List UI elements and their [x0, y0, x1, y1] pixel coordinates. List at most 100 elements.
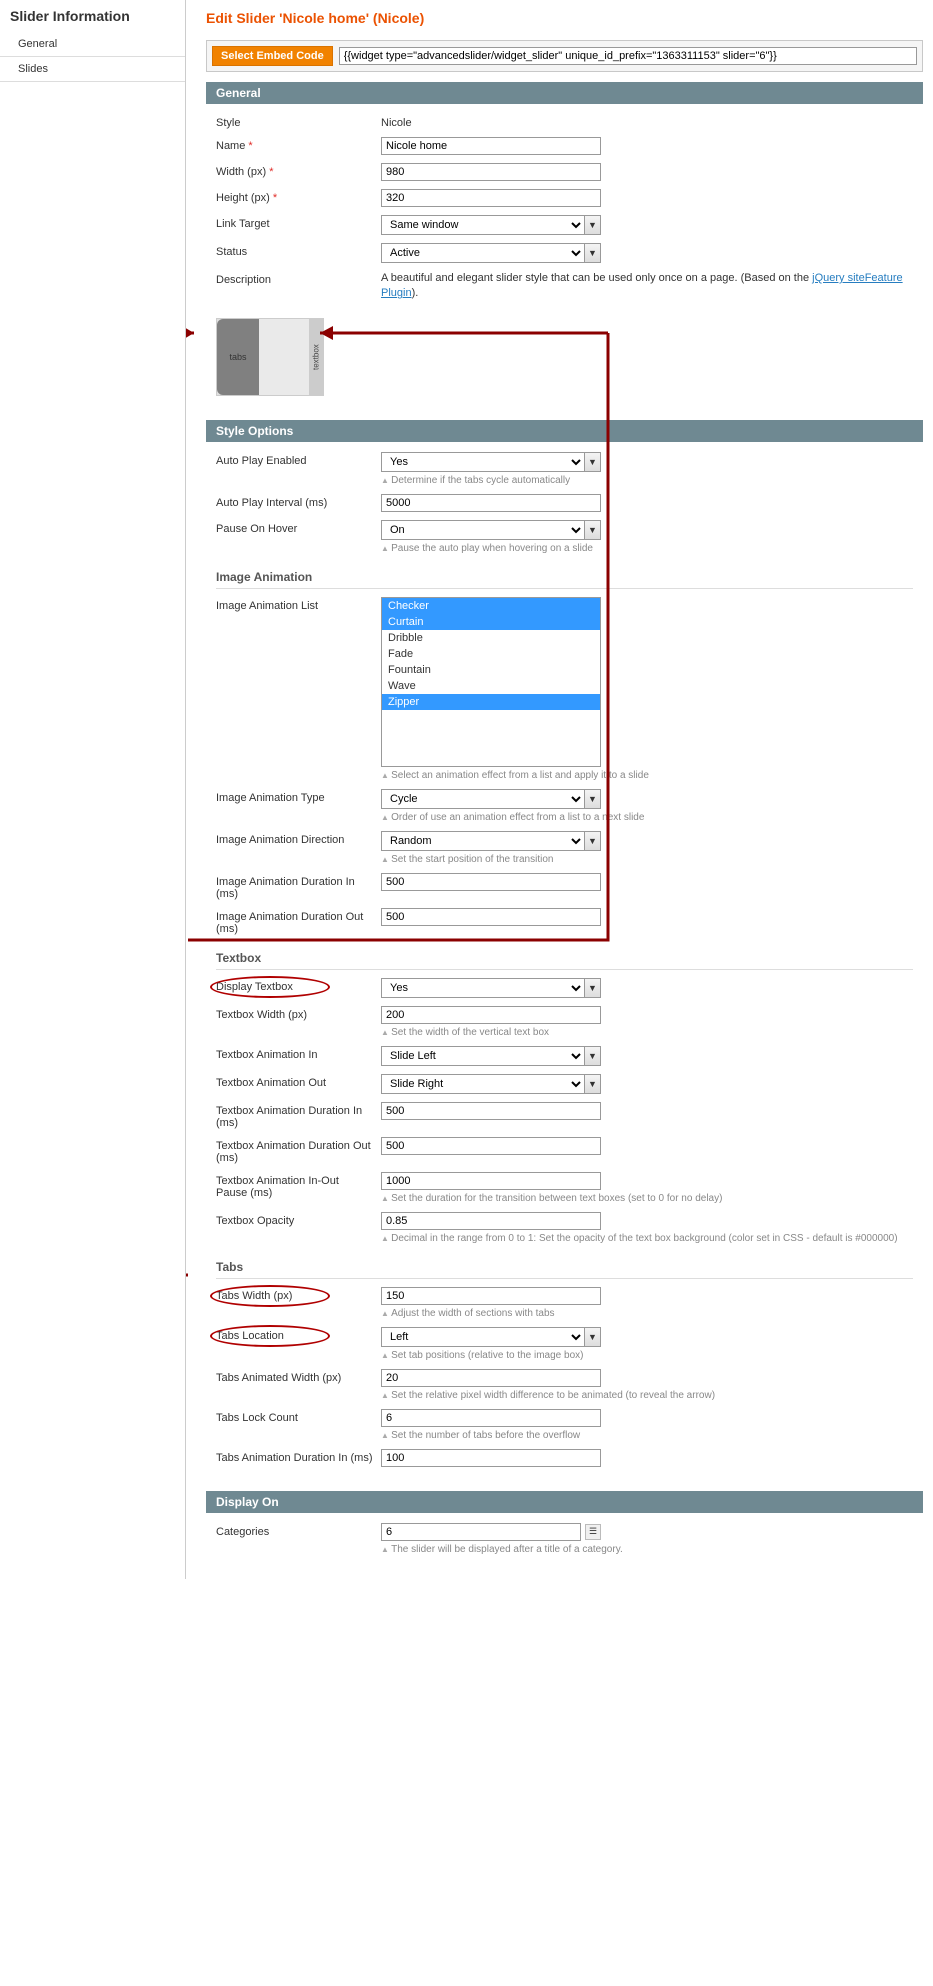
tabs-width-input[interactable]: [381, 1287, 601, 1305]
textbox-animin-label: Textbox Animation In: [216, 1046, 381, 1061]
textbox-durout-input[interactable]: [381, 1137, 601, 1155]
textbox-animin-select[interactable]: Slide Left: [381, 1046, 584, 1066]
interval-label: Auto Play Interval (ms): [216, 494, 381, 509]
textbox-pause-hint: Set the duration for the transition betw…: [381, 1193, 913, 1204]
anim-durout-input[interactable]: [381, 908, 601, 926]
anim-direction-select[interactable]: Random: [381, 831, 584, 851]
chevron-down-icon: ▼: [584, 243, 601, 263]
textbox-pause-input[interactable]: [381, 1172, 601, 1190]
anim-type-label: Image Animation Type: [216, 789, 381, 804]
textbox-durout-label: Textbox Animation Duration Out (ms): [216, 1137, 381, 1164]
sidebar-title: Slider Information: [0, 0, 185, 32]
textbox-width-hint: Set the width of the vertical text box: [381, 1027, 913, 1038]
textbox-display-label: Display Textbox: [216, 978, 381, 993]
tabs-animdur-input[interactable]: [381, 1449, 601, 1467]
description-preview-image: tabs textbox: [216, 318, 324, 396]
pause-label: Pause On Hover: [216, 520, 381, 535]
height-label: Height (px) *: [216, 189, 381, 204]
anim-durout-label: Image Animation Duration Out (ms): [216, 908, 381, 935]
textbox-display-select[interactable]: Yes: [381, 978, 584, 998]
textbox-pause-label: Textbox Animation In-Out Pause (ms): [216, 1172, 381, 1199]
tabs-animwidth-label: Tabs Animated Width (px): [216, 1369, 381, 1384]
anim-option-fountain[interactable]: Fountain: [382, 662, 600, 678]
anim-type-select[interactable]: Cycle: [381, 789, 584, 809]
preview-tabs-label: tabs: [217, 319, 259, 395]
pause-hint: Pause the auto play when hovering on a s…: [381, 543, 913, 554]
anim-option-checker[interactable]: Checker: [382, 598, 600, 614]
categories-picker-icon[interactable]: ☰: [585, 1524, 601, 1540]
tabs-location-label: Tabs Location: [216, 1327, 381, 1342]
anim-option-wave[interactable]: Wave: [382, 678, 600, 694]
chevron-down-icon: ▼: [584, 1074, 601, 1094]
categories-input[interactable]: [381, 1523, 581, 1541]
textbox-opacity-input[interactable]: [381, 1212, 601, 1230]
tabs-heading: Tabs: [216, 1252, 913, 1279]
chevron-down-icon: ▼: [584, 978, 601, 998]
page-title: Edit Slider 'Nicole home' (Nicole): [206, 0, 923, 40]
autoplay-label: Auto Play Enabled: [216, 452, 381, 467]
tabs-location-select[interactable]: Left: [381, 1327, 584, 1347]
section-style-options-header: Style Options: [206, 420, 923, 442]
name-label: Name *: [216, 137, 381, 152]
sidebar-tab-label: Slides: [18, 63, 48, 75]
section-display-on-header: Display On: [206, 1491, 923, 1513]
link-target-label: Link Target: [216, 215, 381, 230]
anim-direction-label: Image Animation Direction: [216, 831, 381, 846]
tabs-lockcount-hint: Set the number of tabs before the overfl…: [381, 1430, 913, 1441]
textbox-width-label: Textbox Width (px): [216, 1006, 381, 1021]
embed-bar: Select Embed Code: [206, 40, 923, 72]
status-select[interactable]: Active: [381, 243, 584, 263]
tabs-location-hint: Set tab positions (relative to the image…: [381, 1350, 913, 1361]
textbox-opacity-label: Textbox Opacity: [216, 1212, 381, 1227]
width-input[interactable]: [381, 163, 601, 181]
tabs-animwidth-input[interactable]: [381, 1369, 601, 1387]
style-value: Nicole: [381, 114, 913, 129]
categories-label: Categories: [216, 1523, 381, 1538]
pause-select[interactable]: On: [381, 520, 584, 540]
textbox-width-input[interactable]: [381, 1006, 601, 1024]
chevron-down-icon: ▼: [584, 789, 601, 809]
anim-durin-input[interactable]: [381, 873, 601, 891]
tabs-animdur-label: Tabs Animation Duration In (ms): [216, 1449, 381, 1464]
anim-list-multiselect[interactable]: Checker Curtain Dribble Fade Fountain Wa…: [381, 597, 601, 767]
link-target-select[interactable]: Same window: [381, 215, 584, 235]
image-animation-heading: Image Animation: [216, 562, 913, 589]
anim-direction-hint: Set the start position of the transition: [381, 854, 913, 865]
textbox-animout-select[interactable]: Slide Right: [381, 1074, 584, 1094]
anim-option-zipper[interactable]: Zipper: [382, 694, 600, 710]
interval-input[interactable]: [381, 494, 601, 512]
textbox-durin-label: Textbox Animation Duration In (ms): [216, 1102, 381, 1129]
tabs-width-label: Tabs Width (px): [216, 1287, 381, 1302]
anim-option-curtain[interactable]: Curtain: [382, 614, 600, 630]
select-embed-button[interactable]: Select Embed Code: [212, 46, 333, 66]
textbox-durin-input[interactable]: [381, 1102, 601, 1120]
description-label: Description: [216, 271, 381, 286]
name-input[interactable]: [381, 137, 601, 155]
embed-code-input[interactable]: [339, 47, 917, 65]
autoplay-hint: Determine if the tabs cycle automaticall…: [381, 475, 913, 486]
tabs-lockcount-label: Tabs Lock Count: [216, 1409, 381, 1424]
autoplay-select[interactable]: Yes: [381, 452, 584, 472]
style-label: Style: [216, 114, 381, 129]
anim-list-label: Image Animation List: [216, 597, 381, 612]
chevron-down-icon: ▼: [584, 1046, 601, 1066]
chevron-down-icon: ▼: [584, 831, 601, 851]
sidebar-tab-general[interactable]: General: [0, 32, 185, 57]
main-content: Edit Slider 'Nicole home' (Nicole) Selec…: [186, 0, 933, 1579]
preview-textbox-label: textbox: [309, 319, 323, 395]
textbox-heading: Textbox: [216, 943, 913, 970]
textbox-opacity-hint: Decimal in the range from 0 to 1: Set th…: [381, 1233, 913, 1244]
sidebar-tab-slides[interactable]: Slides: [0, 57, 185, 82]
chevron-down-icon: ▼: [584, 520, 601, 540]
tabs-lockcount-input[interactable]: [381, 1409, 601, 1427]
anim-option-fade[interactable]: Fade: [382, 646, 600, 662]
anim-type-hint: Order of use an animation effect from a …: [381, 812, 913, 823]
chevron-down-icon: ▼: [584, 1327, 601, 1347]
textbox-animout-label: Textbox Animation Out: [216, 1074, 381, 1089]
tabs-width-hint: Adjust the width of sections with tabs: [381, 1308, 913, 1319]
anim-option-dribble[interactable]: Dribble: [382, 630, 600, 646]
chevron-down-icon: ▼: [584, 215, 601, 235]
height-input[interactable]: [381, 189, 601, 207]
section-general-header: General: [206, 82, 923, 104]
sidebar: Slider Information General Slides: [0, 0, 186, 1579]
